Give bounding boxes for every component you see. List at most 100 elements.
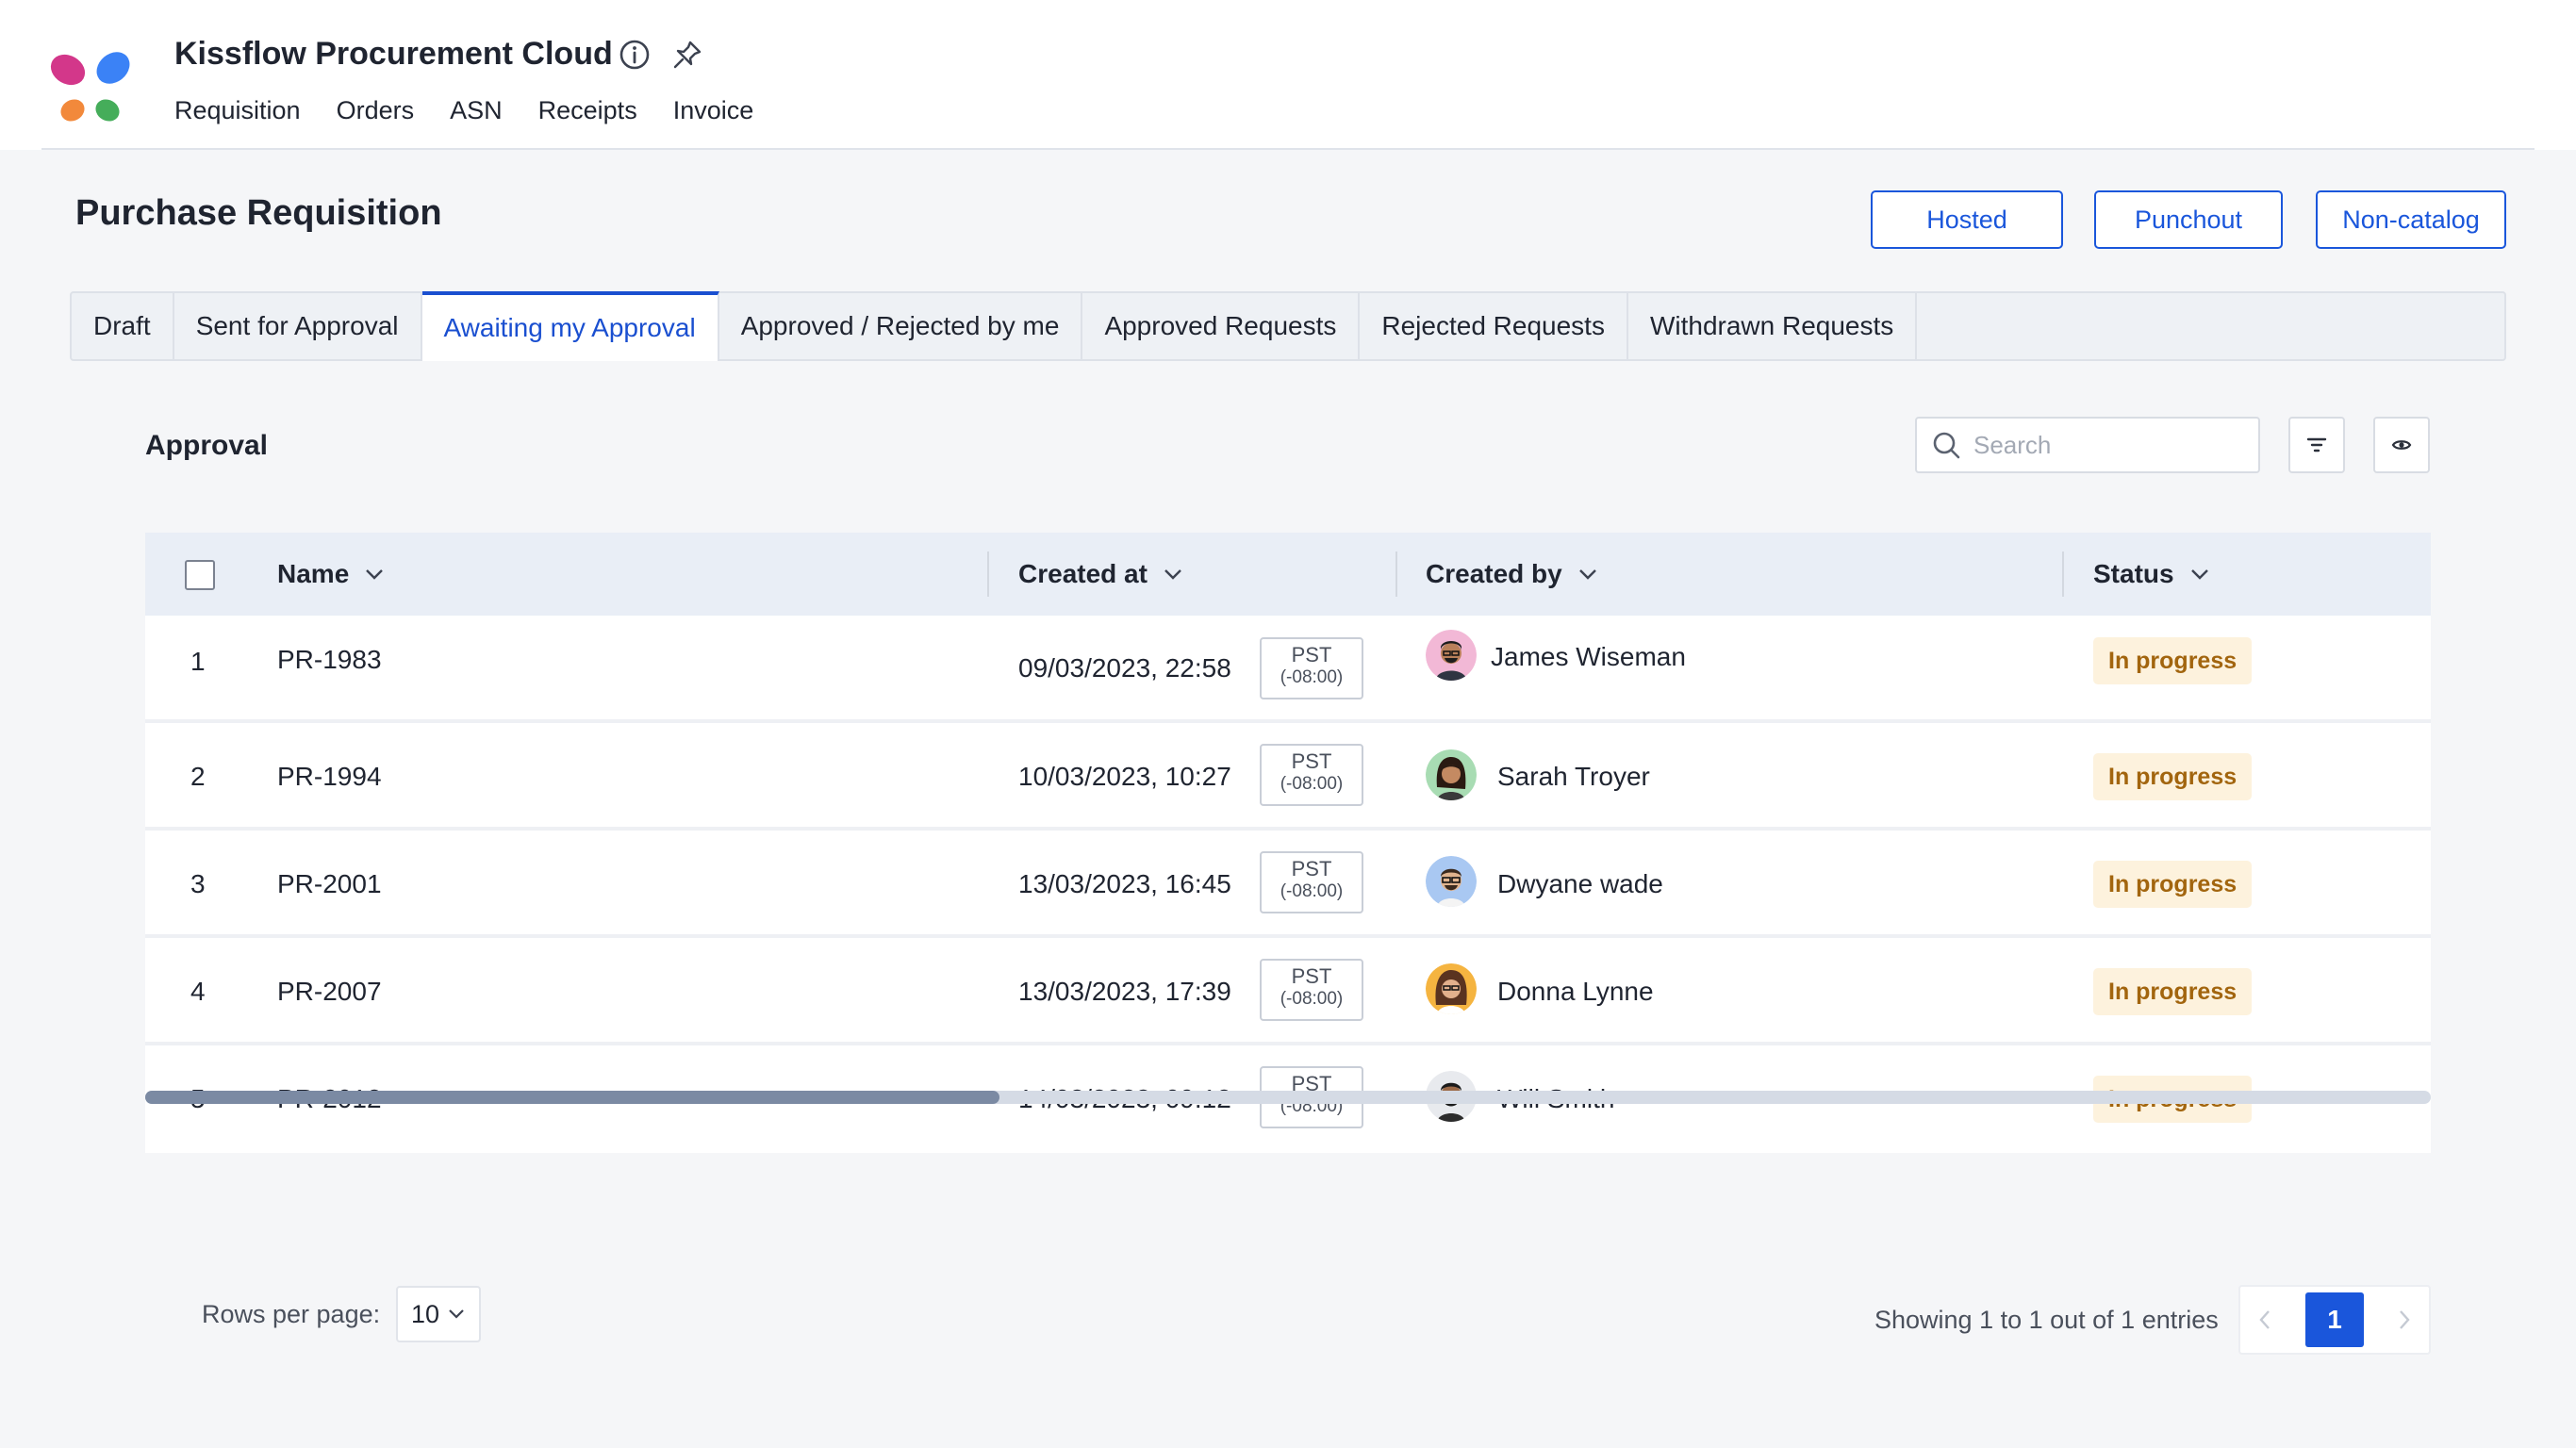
filter-icon — [2306, 437, 2327, 452]
column-name-label: Name — [277, 559, 350, 588]
row-name[interactable]: PR-2001 — [277, 869, 382, 899]
section-title: Approval — [145, 430, 269, 461]
row-name[interactable]: PR-2007 — [277, 977, 382, 1007]
row-name[interactable]: PR-1983 — [277, 645, 382, 675]
nav-receipts[interactable]: Receipts — [538, 96, 637, 125]
timezone-badge: PST (-08:00) — [1260, 744, 1363, 806]
nav-requisition[interactable]: Requisition — [174, 96, 301, 125]
nav-orders[interactable]: Orders — [337, 96, 415, 125]
column-name[interactable]: Name — [277, 533, 385, 616]
row-created-at: 09/03/2023, 22:58 — [1018, 653, 1231, 683]
column-created-at[interactable]: Created at — [1018, 533, 1183, 616]
column-created-at-label: Created at — [1018, 559, 1148, 588]
tab-awaiting-my-approval[interactable]: Awaiting my Approval — [421, 291, 719, 361]
rows-per-page-value: 10 — [410, 1299, 440, 1328]
column-status-label: Status — [2093, 559, 2174, 588]
row-index: 4 — [190, 977, 206, 1006]
page-title: Purchase Requisition — [75, 193, 442, 233]
app-title: Kissflow Procurement Cloud — [174, 36, 613, 72]
column-created-by[interactable]: Created by — [1426, 533, 1598, 616]
table-row[interactable]: 4 PR-2007 13/03/2023, 17:39 PST (-08:00)… — [145, 938, 2431, 1045]
timezone-badge: PST (-08:00) — [1260, 959, 1363, 1021]
avatar — [1426, 856, 1477, 907]
pagination: 1 — [2238, 1285, 2431, 1355]
rows-per-page-select[interactable]: 10 — [396, 1286, 481, 1342]
tab-rejected-requests[interactable]: Rejected Requests — [1360, 293, 1628, 359]
timezone-badge: PST (-08:00) — [1260, 851, 1363, 913]
chevron-down-icon — [1164, 569, 1181, 580]
hosted-button[interactable]: Hosted — [1871, 190, 2063, 249]
punchout-button[interactable]: Punchout — [2094, 190, 2283, 249]
column-status[interactable]: Status — [2093, 533, 2210, 616]
tab-approved-requests[interactable]: Approved Requests — [1082, 293, 1361, 359]
timezone-badge: PST (-08:00) — [1260, 637, 1363, 699]
filter-button[interactable] — [2288, 417, 2345, 473]
timezone-offset: (-08:00) — [1280, 989, 1344, 1009]
timezone-label: PST — [1291, 643, 1332, 666]
row-created-at: 10/03/2023, 10:27 — [1018, 762, 1231, 791]
tab-bar: Draft Sent for Approval Awaiting my Appr… — [70, 291, 2506, 361]
nav-invoice[interactable]: Invoice — [673, 96, 754, 125]
entries-summary: Showing 1 to 1 out of 1 entries — [1874, 1306, 2219, 1334]
tab-sent-for-approval[interactable]: Sent for Approval — [174, 293, 422, 359]
info-icon[interactable] — [619, 39, 651, 71]
timezone-offset: (-08:00) — [1280, 774, 1344, 794]
timezone-offset: (-08:00) — [1280, 881, 1344, 901]
row-created-by: James Wiseman — [1491, 642, 1686, 671]
chevron-down-icon — [1578, 569, 1596, 580]
search-box[interactable] — [1915, 417, 2260, 473]
tab-approved-rejected-by-me[interactable]: Approved / Rejected by me — [719, 293, 1083, 359]
rows-per-page-label: Rows per page: — [202, 1300, 381, 1328]
kissflow-logo — [50, 52, 130, 122]
table-row[interactable]: 1 PR-1983 09/03/2023, 22:58 PST (-08:00)… — [145, 616, 2431, 723]
nav-asn[interactable]: ASN — [450, 96, 503, 125]
horizontal-scrollbar[interactable] — [145, 1091, 2431, 1104]
column-divider — [1395, 551, 1397, 597]
row-name[interactable]: PR-1994 — [277, 762, 382, 792]
timezone-label: PST — [1291, 964, 1332, 988]
row-created-by: Sarah Troyer — [1497, 762, 1650, 791]
chevron-down-icon — [2190, 569, 2208, 580]
search-icon — [1933, 432, 1960, 459]
previous-page-button[interactable] — [2257, 1308, 2272, 1332]
timezone-offset: (-08:00) — [1280, 667, 1344, 687]
row-created-at: 13/03/2023, 17:39 — [1018, 977, 1231, 1006]
non-catalog-button[interactable]: Non-catalog — [2316, 190, 2506, 249]
tab-withdrawn-requests[interactable]: Withdrawn Requests — [1628, 293, 1918, 359]
column-created-by-label: Created by — [1426, 559, 1562, 588]
tab-draft[interactable]: Draft — [72, 293, 174, 359]
avatar — [1426, 749, 1477, 800]
column-divider — [987, 551, 989, 597]
status-badge: In progress — [2093, 968, 2253, 1015]
approval-table: Name Created at Created by Status 1 PR-1… — [145, 533, 2431, 1153]
table-row[interactable]: 3 PR-2001 13/03/2023, 16:45 PST (-08:00)… — [145, 831, 2431, 938]
page-number-button[interactable]: 1 — [2305, 1292, 2364, 1347]
chevron-down-icon — [449, 1309, 464, 1319]
table-header: Name Created at Created by Status — [145, 533, 2431, 616]
next-page-button[interactable] — [2397, 1308, 2412, 1332]
row-created-by: Donna Lynne — [1497, 977, 1654, 1006]
row-index: 3 — [190, 869, 206, 898]
avatar — [1426, 630, 1477, 681]
status-badge: In progress — [2093, 861, 2253, 908]
eye-icon — [2391, 440, 2412, 450]
row-created-by: Dwyane wade — [1497, 869, 1663, 898]
table-row[interactable]: 2 PR-1994 10/03/2023, 10:27 PST (-08:00)… — [145, 723, 2431, 831]
row-index: 1 — [190, 647, 206, 676]
chevron-down-icon — [366, 569, 384, 580]
chevron-right-icon — [2400, 1310, 2410, 1329]
scrollbar-thumb[interactable] — [145, 1091, 999, 1104]
status-badge: In progress — [2093, 637, 2253, 684]
timezone-label: PST — [1291, 749, 1332, 773]
timezone-label: PST — [1291, 857, 1332, 880]
row-index: 2 — [190, 762, 206, 791]
search-input[interactable] — [1973, 430, 2237, 460]
view-button[interactable] — [2373, 417, 2430, 473]
column-divider — [2062, 551, 2064, 597]
main-nav: Requisition Orders ASN Receipts Invoice — [174, 96, 753, 125]
status-badge: In progress — [2093, 753, 2253, 800]
pin-icon[interactable] — [671, 39, 703, 71]
select-all-checkbox[interactable] — [185, 560, 215, 590]
page-body: Purchase Requisition Hosted Punchout Non… — [0, 150, 2576, 1448]
avatar — [1426, 963, 1477, 1014]
